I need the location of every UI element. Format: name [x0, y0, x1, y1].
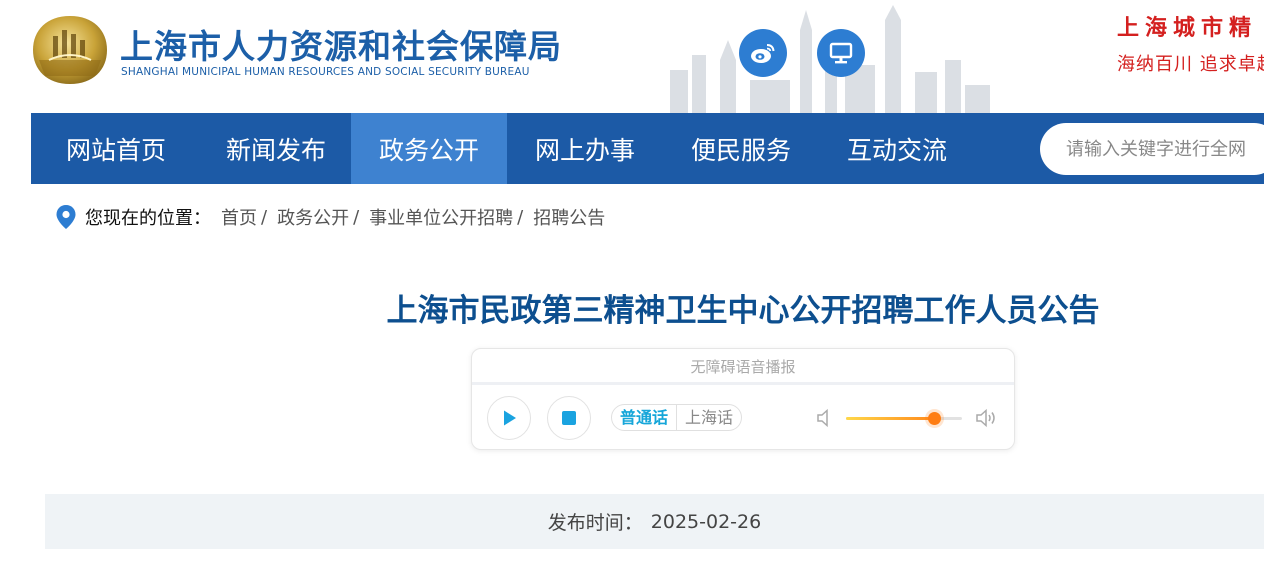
volume-low-icon[interactable]: [816, 408, 832, 428]
breadcrumb-separator: /: [517, 206, 524, 228]
location-pin-icon: [56, 205, 76, 229]
breadcrumb-separator: /: [353, 206, 360, 228]
breadcrumb-prefix: 您现在的位置：: [85, 208, 211, 229]
city-spirit-slogan: 上海城市精: [1117, 15, 1258, 41]
volume-high-icon[interactable]: [975, 407, 999, 429]
nav-item-gov-affairs[interactable]: 政务公开: [351, 113, 507, 184]
player-title: 无障碍语音播报: [472, 349, 1014, 385]
desktop-version-button[interactable]: [817, 29, 865, 77]
breadcrumb-gov-affairs[interactable]: 政务公开: [277, 204, 349, 230]
volume-slider[interactable]: [846, 412, 962, 425]
breadcrumb: 您现在的位置： 首页 / 政务公开 / 事业单位公开招聘 / 招聘公告: [55, 203, 605, 231]
nav-item-interaction[interactable]: 互动交流: [819, 113, 975, 184]
breadcrumb-separator: /: [261, 206, 268, 228]
lang-mandarin-option[interactable]: 普通话: [612, 405, 678, 430]
bureau-emblem-icon[interactable]: [31, 14, 109, 86]
play-button[interactable]: [487, 396, 531, 440]
weibo-button[interactable]: [739, 29, 787, 77]
city-spirit-subslogan: 海纳百川 追求卓越: [1117, 54, 1264, 75]
weibo-icon: [751, 44, 775, 63]
nav-item-public-services[interactable]: 便民服务: [663, 113, 819, 184]
site-header: 上海市人力资源和社会保障局 SHANGHAI MUNICIPAL HUMAN R…: [0, 0, 1264, 113]
volume-knob[interactable]: [928, 412, 942, 425]
dialect-toggle: 普通话 上海话: [611, 404, 743, 431]
publish-info-bar: 发布时间： 2025-02-26: [45, 494, 1264, 549]
play-icon: [504, 410, 516, 426]
nav-item-online-services[interactable]: 网上办事: [507, 113, 663, 184]
publish-label: 发布时间：: [547, 512, 643, 534]
breadcrumb-recruitment-notice[interactable]: 招聘公告: [533, 204, 605, 230]
breadcrumb-public-recruitment[interactable]: 事业单位公开招聘: [369, 204, 513, 230]
nav-item-home[interactable]: 网站首页: [31, 113, 201, 184]
org-name-cn[interactable]: 上海市人力资源和社会保障局: [120, 20, 562, 68]
stop-icon: [562, 411, 576, 425]
nav-item-news[interactable]: 新闻发布: [201, 113, 351, 184]
accessibility-audio-player: 无障碍语音播报 普通话 上海话: [471, 348, 1015, 450]
volume-fill: [846, 417, 935, 420]
stop-button[interactable]: [547, 396, 591, 440]
monitor-icon: [829, 42, 853, 64]
search-input[interactable]: [1066, 138, 1264, 160]
org-name-en: SHANGHAI MUNICIPAL HUMAN RESOURCES AND S…: [121, 66, 530, 78]
publish-date: 2025-02-26: [650, 510, 762, 533]
breadcrumb-home[interactable]: 首页: [221, 204, 257, 230]
search-box: [1040, 123, 1264, 175]
article-title: 上海市民政第三精神卫生中心公开招聘工作人员公告: [386, 293, 1100, 329]
lang-shanghainese-option[interactable]: 上海话: [677, 405, 741, 430]
